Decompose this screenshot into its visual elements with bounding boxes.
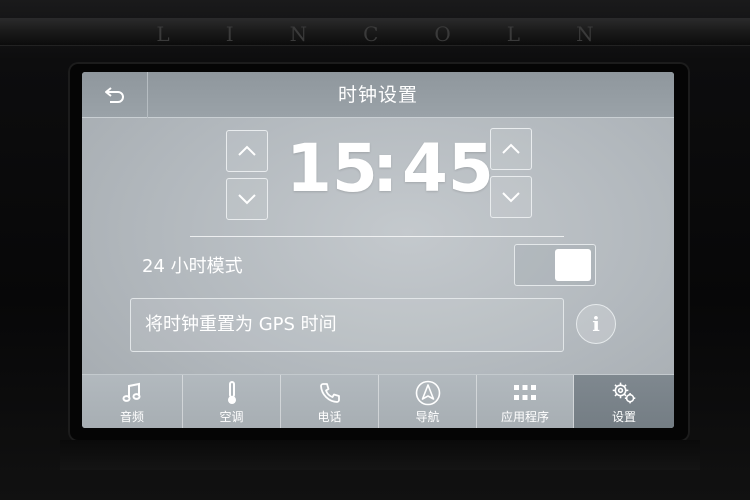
phone-icon	[319, 382, 340, 403]
chevron-down-icon	[502, 192, 520, 203]
24-hour-mode-label: 24 小时模式	[142, 256, 243, 277]
24-hour-mode-toggle[interactable]	[514, 244, 596, 286]
nav-label: 空调	[219, 409, 244, 424]
chevron-up-icon	[238, 145, 256, 156]
nav-label: 电话	[317, 409, 342, 424]
gears-icon	[612, 382, 636, 403]
nav-item-apps[interactable]: 应用程序	[477, 375, 574, 428]
brand-logo: LINCOLN	[156, 22, 650, 46]
nav-item-climate[interactable]: 空调	[183, 375, 281, 428]
reset-to-gps-button[interactable]: 将时钟重置为 GPS 时间	[130, 298, 564, 352]
minutes-display: 45	[402, 130, 494, 207]
nav-label: 导航	[415, 409, 440, 424]
header-bar: 时钟设置	[82, 72, 674, 118]
chevron-up-icon	[502, 143, 520, 154]
hour-down-button[interactable]	[226, 178, 268, 220]
nav-label: 设置	[611, 409, 636, 424]
bottom-nav: 音频 空调 电话 导航 应用程序 设置	[82, 374, 674, 428]
nav-item-phone[interactable]: 电话	[281, 375, 379, 428]
nav-label: 应用程序	[500, 409, 549, 424]
music-note-icon	[122, 382, 141, 402]
section-divider	[190, 236, 564, 237]
display-screen: 时钟设置 15 : 45 24 小时模式 将时钟重置为 GPS 时间 i 音频 …	[82, 72, 674, 428]
apps-grid-icon	[514, 384, 536, 400]
nav-item-audio[interactable]: 音频	[82, 375, 183, 428]
toggle-knob	[555, 249, 591, 281]
back-button[interactable]	[82, 72, 148, 118]
page-title: 时钟设置	[337, 84, 418, 106]
time-separator: :	[372, 130, 399, 207]
minute-down-button[interactable]	[490, 176, 532, 218]
back-arrow-icon	[104, 87, 124, 103]
chevron-down-icon	[238, 194, 256, 205]
lower-bezel	[60, 440, 700, 470]
nav-label: 音频	[119, 409, 144, 424]
info-icon[interactable]: i	[576, 304, 616, 344]
minute-up-button[interactable]	[490, 128, 532, 170]
hour-up-button[interactable]	[226, 130, 268, 172]
nav-item-settings[interactable]: 设置	[574, 375, 674, 428]
thermometer-icon	[227, 380, 236, 404]
navigation-icon	[415, 380, 440, 405]
hours-display: 15	[286, 130, 378, 207]
nav-item-navigation[interactable]: 导航	[379, 375, 477, 428]
